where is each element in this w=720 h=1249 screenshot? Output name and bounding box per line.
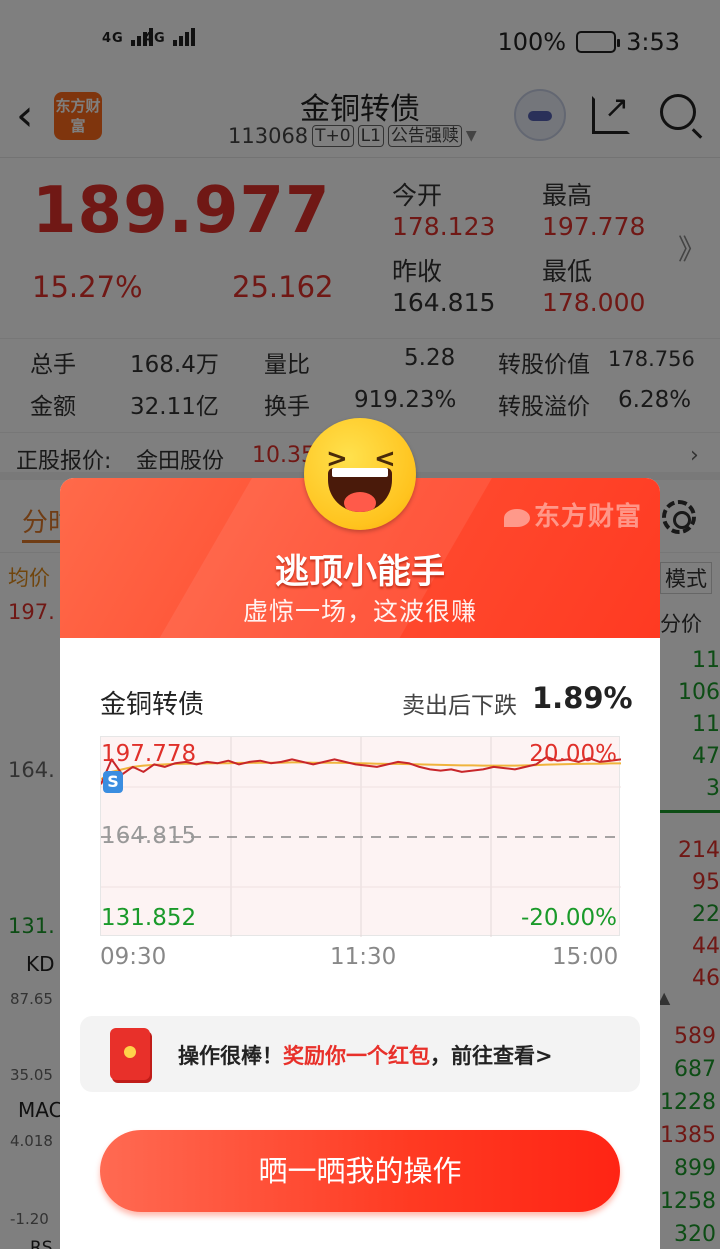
chart-high-label: 197.778 [101,741,197,767]
red-envelope-icon [110,1028,150,1080]
chart-prev-close-label: 164.815 [101,823,197,849]
popup-title: 逃顶小能手 [275,552,445,592]
chart-down-limit-label: -20.00% [521,905,617,931]
popup-subtitle: 虚惊一场，这波很赚 [242,597,477,626]
x-tick-close: 15:00 [552,944,619,970]
sell-marker-icon: S [103,771,123,793]
emoji-mouth [328,468,392,512]
share-operation-button[interactable]: 晒一晒我的操作 [100,1130,620,1212]
laughing-emoji-icon: > < [304,418,416,530]
reward-suffix: ，前往查看> [430,1044,553,1068]
brand-logo-icon [503,508,530,527]
reward-highlight: 奖励你一个红包 [283,1044,430,1068]
achievement-popup: 东方财富 逃顶小能手 虚惊一场，这波很赚 金铜转债 卖出后下跌 1.89% 19… [60,478,660,1249]
reward-text: 操作很棒！奖励你一个红包，前往查看> [178,1040,553,1070]
chart-low-label: 131.852 [101,905,197,931]
x-tick-noon: 11:30 [330,944,397,970]
intraday-mini-chart: 197.778 20.00% 164.815 131.852 -20.00% S [100,736,621,937]
reward-prefix: 操作很棒！ [178,1044,283,1068]
x-tick-open: 09:30 [100,944,167,970]
after-sell-value: 1.89% [532,681,633,715]
popup-stock-name: 金铜转债 [100,690,205,720]
reward-banner[interactable]: 操作很棒！奖励你一个红包，前往查看> [80,1016,640,1092]
after-sell-label: 卖出后下跌 [402,693,517,719]
brand-text: 东方财富 [533,502,642,532]
brand-watermark: 东方财富 [503,496,642,533]
chart-up-limit-label: 20.00% [529,741,617,767]
